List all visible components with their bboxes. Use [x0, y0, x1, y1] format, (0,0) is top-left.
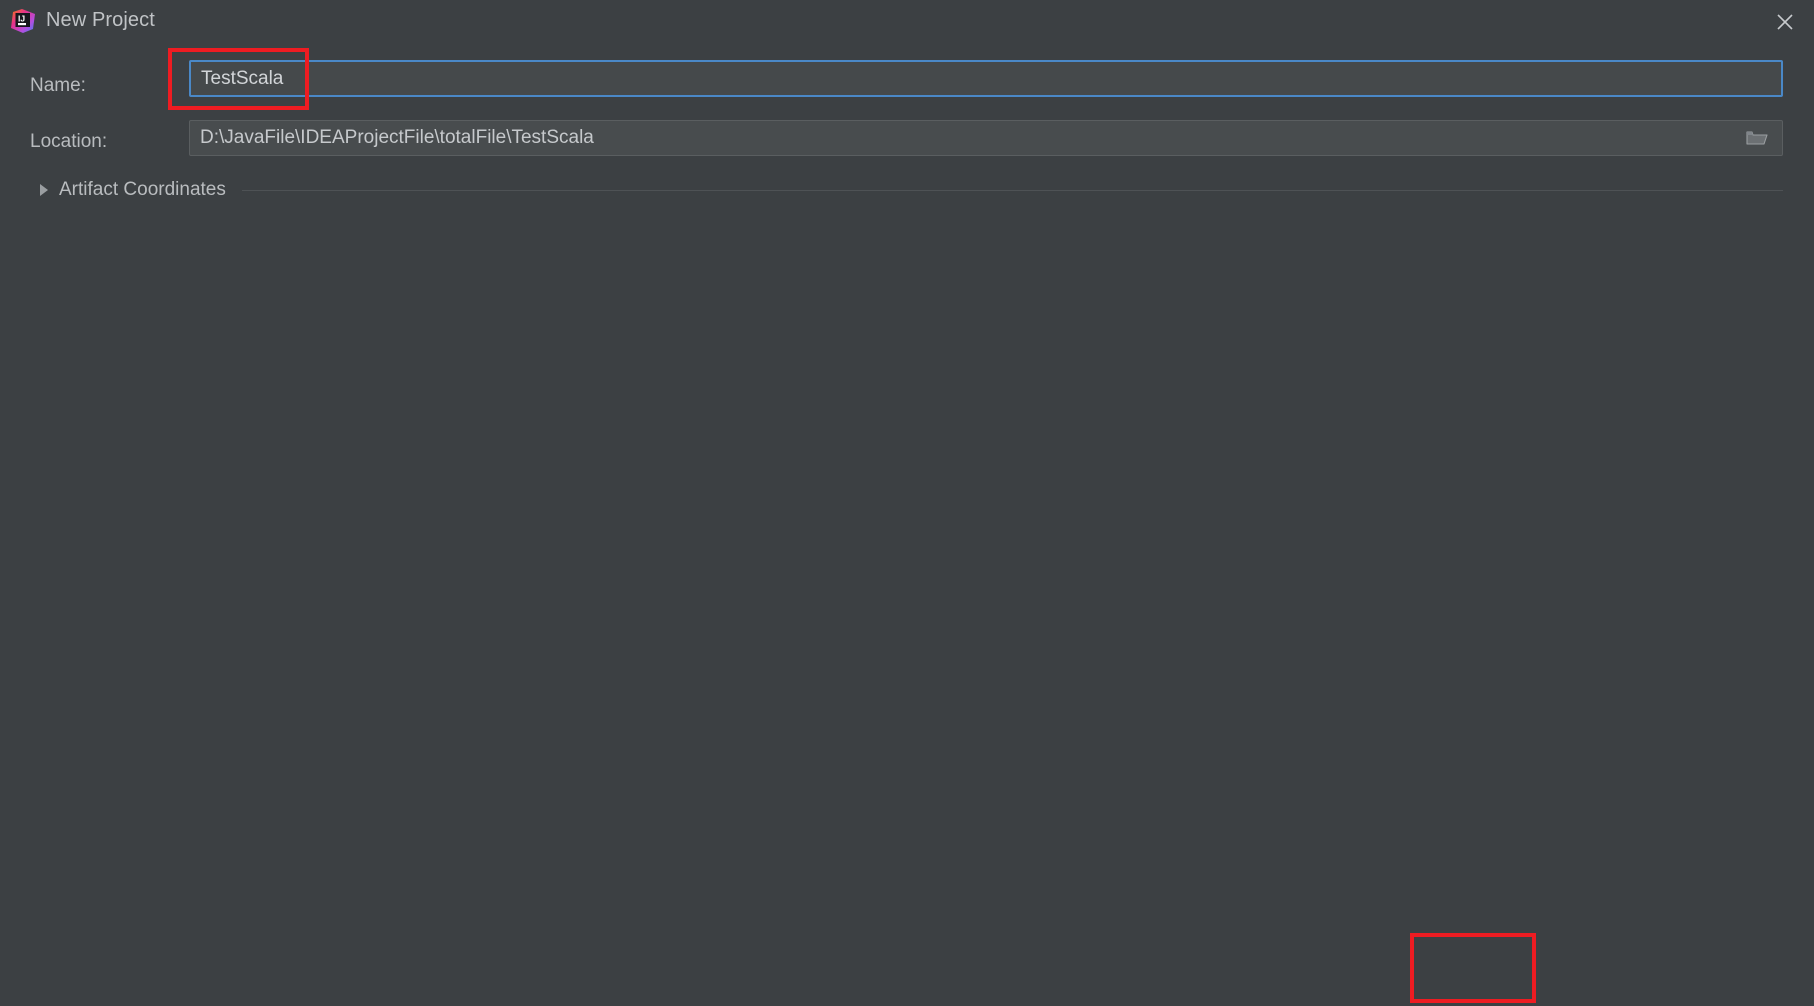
location-field-label: Location:	[30, 131, 108, 152]
dialog-button-bar: Previous Next Cancel Help	[0, 930, 1814, 1006]
name-input-wrapper[interactable]	[189, 60, 1783, 97]
artifact-coordinates-row: Artifact Coordinates	[0, 176, 1814, 204]
name-field-label: Name:	[30, 75, 86, 96]
title-bar: IJ New Project	[0, 0, 1814, 43]
intellij-idea-logo-icon: IJ	[10, 8, 36, 34]
location-input-wrapper[interactable]	[189, 120, 1783, 156]
triangle-right-icon	[40, 184, 48, 196]
artifact-coordinates-label: Artifact Coordinates	[59, 179, 226, 200]
location-input[interactable]	[190, 121, 1782, 155]
artifact-coordinates-toggle[interactable]: Artifact Coordinates	[40, 179, 226, 201]
close-icon[interactable]	[1756, 0, 1814, 43]
window-title: New Project	[46, 9, 155, 31]
svg-text:IJ: IJ	[18, 14, 25, 24]
name-input[interactable]	[191, 62, 1781, 95]
section-separator	[241, 189, 1783, 191]
folder-icon[interactable]	[1738, 121, 1776, 155]
